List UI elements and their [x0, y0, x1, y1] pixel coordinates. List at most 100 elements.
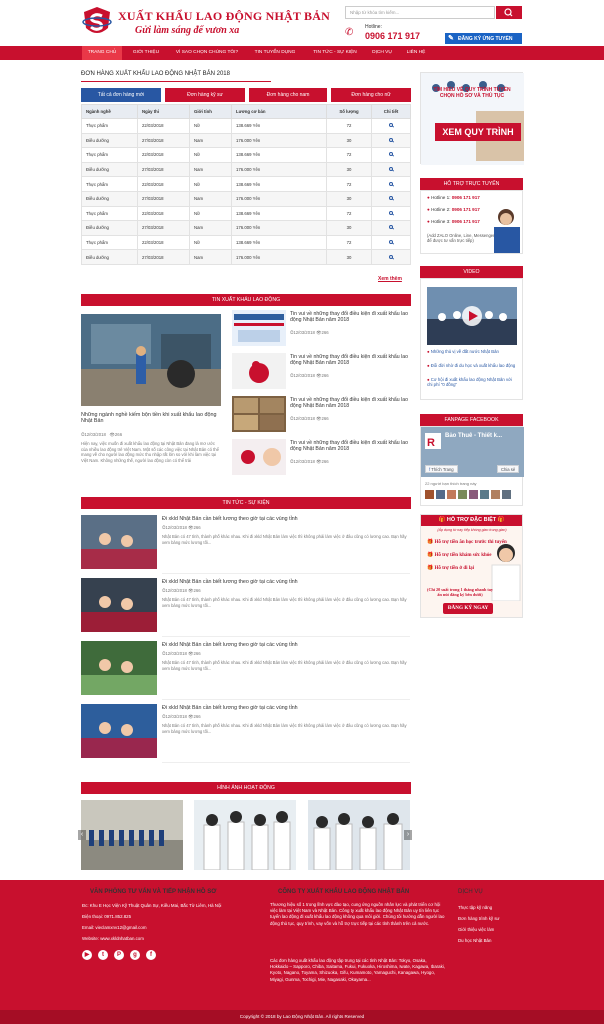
search-input[interactable]: Nhập từ khóa tìm kiếm...: [345, 6, 495, 19]
video-list-item[interactable]: ● Những thủ vị về đất nước Nhật Bản: [427, 349, 517, 354]
detail-search-icon[interactable]: [389, 196, 393, 201]
follower-avatar[interactable]: [458, 490, 467, 499]
detail-search-icon[interactable]: [389, 225, 393, 230]
detail-cell[interactable]: [371, 118, 411, 134]
follower-avatar[interactable]: [447, 490, 456, 499]
table-row[interactable]: Thực phẩm 22/03/2018 Nữ 138.669 Yên 72: [81, 147, 411, 163]
table-row[interactable]: Thực phẩm 22/03/2018 Nữ 138.669 Yên 72: [81, 176, 411, 192]
nav-news[interactable]: TIN TỨC - SỰ KIỆN: [306, 46, 364, 60]
news-item-title[interactable]: Tin vui về những thay đổi điều kiện đi x…: [290, 440, 410, 453]
register-button[interactable]: ✎ ĐĂNG KÝ ỨNG TUYỂN: [445, 33, 522, 44]
site-brand[interactable]: XUẤT KHẨU LAO ĐỘNG NHẬT BẢN: [118, 9, 330, 24]
follower-avatar[interactable]: [491, 490, 500, 499]
facebook-icon[interactable]: f: [146, 950, 156, 960]
follower-avatar[interactable]: [425, 490, 434, 499]
hotline-number[interactable]: 0906 171 917: [365, 31, 420, 41]
nav-home[interactable]: TRANG CHỦ: [82, 46, 122, 60]
register-now-button[interactable]: ĐĂNG KÝ NGAY: [443, 603, 493, 614]
gallery-prev-button[interactable]: ‹: [78, 830, 86, 840]
news-main-image[interactable]: [81, 314, 221, 406]
tab-engineer[interactable]: Đơn hàng kỹ sư: [165, 88, 245, 102]
follower-avatar[interactable]: [502, 490, 511, 499]
gallery-next-button[interactable]: ›: [404, 830, 412, 840]
nav-jobs[interactable]: TIN TUYỂN DỤNG: [248, 46, 302, 60]
nav-why-us[interactable]: VÌ SAO CHỌN CHÚNG TÔI?: [170, 46, 244, 60]
footer-service-link[interactable]: Giới thiệu việc làm: [458, 927, 538, 933]
logo-icon[interactable]: [82, 6, 112, 38]
news-thumbnail[interactable]: [232, 396, 286, 432]
tab-female[interactable]: Đơn hàng cho nữ: [331, 88, 411, 102]
detail-search-icon[interactable]: [389, 254, 393, 259]
detail-search-icon[interactable]: [389, 210, 393, 215]
event-thumbnail[interactable]: [81, 578, 157, 632]
event-title[interactable]: Đi xkld Nhật Bản cần biết lương theo giờ…: [162, 516, 410, 522]
news-thumbnail[interactable]: [232, 439, 286, 475]
gallery-image-1[interactable]: [81, 800, 183, 870]
nav-about[interactable]: GIỚI THIỆU: [124, 46, 168, 60]
special-support-banner[interactable]: 🎁 HỖ TRỢ ĐẶC BIỆT 🎁 (Áp dụng từ nay tiếp…: [420, 514, 523, 618]
detail-cell[interactable]: [371, 190, 411, 207]
hotline-item[interactable]: ● Hotline 2: 0906 171 917: [427, 207, 480, 212]
event-thumbnail[interactable]: [81, 704, 157, 758]
footer-service-link[interactable]: Đơn hàng trình kỹ sư: [458, 916, 538, 922]
detail-search-icon[interactable]: [389, 123, 393, 128]
hotline-item[interactable]: ● Hotline 1: 0906 171 917: [427, 195, 480, 200]
news-main-title[interactable]: Những ngành nghề kiếm bộn tiền khi xuất …: [81, 412, 221, 425]
table-row[interactable]: Điều dưỡng 27/03/2018 Nam 176.000 Yên 30: [81, 249, 411, 265]
follower-avatar[interactable]: [480, 490, 489, 499]
video-list-item[interactable]: ● Đổi đời nhờ đi du học và xuất khẩu lao…: [427, 363, 517, 368]
video-thumbnail[interactable]: [427, 287, 517, 345]
detail-cell[interactable]: [371, 132, 411, 149]
tab-male[interactable]: Đơn hàng cho nam: [249, 88, 327, 102]
detail-search-icon[interactable]: [389, 137, 393, 142]
table-row[interactable]: Thực phẩm 22/03/2018 Nữ 138.669 Yên 72: [81, 205, 411, 222]
follower-avatar[interactable]: [469, 490, 478, 499]
table-row[interactable]: Thực phẩm 22/03/2018 Nữ 138.669 Yên 72: [81, 118, 411, 134]
detail-search-icon[interactable]: [389, 152, 393, 157]
nav-contact[interactable]: LIÊN HỆ: [400, 46, 432, 60]
event-thumbnail[interactable]: [81, 515, 157, 569]
news-thumbnail[interactable]: [232, 353, 286, 389]
process-banner[interactable]: TÌM HIỂU VỀ QUY TRÌNH TUYỂN CHỌN HỒ SƠ V…: [420, 72, 524, 165]
hotline-item[interactable]: ● Hotline 3: 0906 171 917: [427, 219, 480, 224]
event-title[interactable]: Đi xkld Nhật Bản cần biết lương theo giờ…: [162, 579, 410, 585]
search-button[interactable]: [496, 6, 522, 19]
news-item-title[interactable]: Tin vui về những thay đổi điều kiện đi x…: [290, 397, 410, 410]
pinterest-icon[interactable]: P: [114, 950, 124, 960]
news-thumbnail[interactable]: [232, 310, 286, 346]
fanpage-name[interactable]: Bảo Thuê - Thiết k...: [445, 433, 502, 439]
table-row[interactable]: Điều dưỡng 27/03/2018 Nam 176.000 Yên 30: [81, 220, 411, 236]
table-row[interactable]: Điều dưỡng 27/03/2018 Nam 176.000 Yên 30: [81, 190, 411, 207]
footer-service-link[interactable]: Thực tập kỹ năng: [458, 905, 538, 911]
twitter-icon[interactable]: t: [98, 950, 108, 960]
detail-cell[interactable]: [371, 220, 411, 236]
detail-cell[interactable]: [371, 147, 411, 163]
news-item-title[interactable]: Tin vui về những thay đổi điều kiện đi x…: [290, 354, 410, 367]
detail-cell[interactable]: [371, 234, 411, 251]
detail-cell[interactable]: [371, 161, 411, 178]
detail-cell[interactable]: [371, 205, 411, 222]
news-item-title[interactable]: Tin vui về những thay đổi điều kiện đi x…: [290, 311, 410, 324]
table-row[interactable]: Điều dưỡng 27/03/2018 Nam 176.000 Yên 30: [81, 161, 411, 178]
more-link[interactable]: Xem thêm: [378, 276, 402, 282]
event-thumbnail[interactable]: [81, 641, 157, 695]
fanpage-like-button[interactable]: f Thích Trang: [425, 465, 458, 473]
gallery-image-3[interactable]: [308, 800, 410, 870]
youtube-icon[interactable]: ▶: [82, 950, 92, 960]
event-title[interactable]: Đi xkld Nhật Bản cần biết lương theo giờ…: [162, 642, 410, 648]
table-row[interactable]: Điều dưỡng 27/03/2018 Nam 176.000 Yên 30: [81, 132, 411, 149]
gallery-image-2[interactable]: [194, 800, 296, 870]
nav-services[interactable]: DỊCH VỤ: [366, 46, 398, 60]
detail-cell[interactable]: [371, 176, 411, 192]
detail-search-icon[interactable]: [389, 167, 393, 172]
video-list-item[interactable]: ● Cơ hội đi xuất khẩu lao động Nhật Bản …: [427, 377, 517, 388]
google-plus-icon[interactable]: g: [130, 950, 140, 960]
view-process-button[interactable]: XEM QUY TRÌNH: [435, 123, 521, 141]
event-title[interactable]: Đi xkld Nhật Bản cần biết lương theo giờ…: [162, 705, 410, 711]
detail-cell[interactable]: [371, 249, 411, 265]
detail-search-icon[interactable]: [389, 240, 393, 245]
footer-service-link[interactable]: Du học Nhật Bản: [458, 938, 538, 944]
detail-search-icon[interactable]: [389, 181, 393, 186]
tab-all-orders[interactable]: Tất cả đơn hàng mới: [81, 88, 161, 102]
follower-avatar[interactable]: [436, 490, 445, 499]
